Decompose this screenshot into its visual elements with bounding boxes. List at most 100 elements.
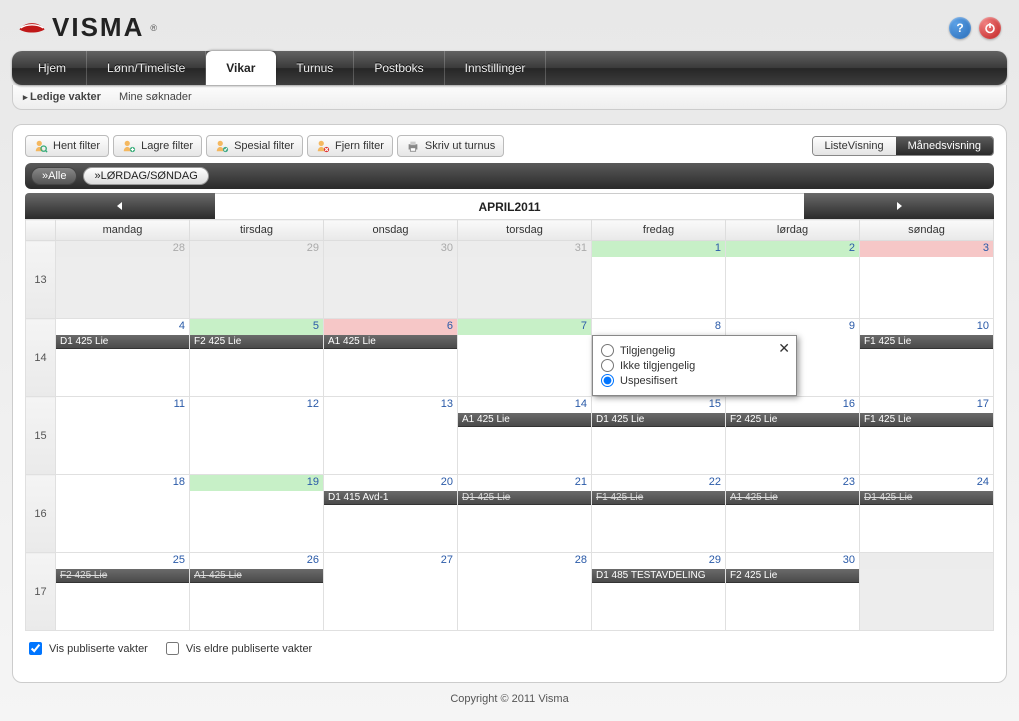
calendar-cell[interactable]: 23A1 425 Lie — [726, 475, 860, 553]
calendar-cell[interactable]: 24 D1 425 Lie — [860, 475, 994, 553]
vis-publiserte-input[interactable] — [29, 642, 42, 655]
footer-copyright: Copyright © 2011 Visma — [0, 683, 1019, 721]
shift-event[interactable]: F2 425 Lie — [56, 569, 189, 583]
shift-event[interactable]: D1 425 Lie — [592, 413, 725, 427]
nav-tab-vikar[interactable]: Vikar — [206, 51, 276, 85]
calendar-cell[interactable]: 27 — [324, 553, 458, 631]
calendar-cell[interactable]: 12 — [190, 397, 324, 475]
next-month-button[interactable] — [804, 193, 994, 219]
calendar-cell[interactable]: 8✕TilgjengeligIkke tilgjengeligUspesifis… — [592, 319, 726, 397]
registered-mark: ® — [150, 23, 157, 33]
prev-month-button[interactable] — [25, 193, 215, 219]
calendar-cell[interactable]: 5F2 425 Lie — [190, 319, 324, 397]
calendar-cell[interactable]: 19 — [190, 475, 324, 553]
lagre-filter-button[interactable]: Lagre filter — [113, 135, 202, 157]
vis-eldre-input[interactable] — [166, 642, 179, 655]
calendar-cell[interactable]: 11 — [56, 397, 190, 475]
availability-radio[interactable] — [601, 359, 614, 372]
app-header: VISMA ® ? — [12, 8, 1007, 51]
date-number: 22 — [709, 476, 721, 488]
shift-event[interactable]: D1 425 Lie — [56, 335, 189, 349]
calendar-cell[interactable]: 20D1 415 Avd-1 — [324, 475, 458, 553]
filter-pill-bar: »Alle »LØRDAG/SØNDAG — [25, 163, 994, 189]
calendar-cell[interactable]: 4D1 425 Lie — [56, 319, 190, 397]
week-number: 15 — [26, 397, 56, 475]
calendar-cell[interactable]: 30 — [324, 241, 458, 319]
date-number: 13 — [441, 398, 453, 410]
list-view-button[interactable]: ListeVisning — [813, 137, 896, 155]
calendar-cell[interactable]: 14A1 425 Lie — [458, 397, 592, 475]
calendar-cell[interactable]: 1 — [592, 241, 726, 319]
shift-event[interactable]: F1 425 Lie — [860, 413, 993, 427]
calendar-cell[interactable]: 15D1 425 Lie — [592, 397, 726, 475]
calendar-cell[interactable]: 10F1 425 Lie — [860, 319, 994, 397]
shift-event[interactable]: D1 425 Lie — [860, 491, 993, 505]
nav-tab-hjem[interactable]: Hjem — [18, 51, 87, 85]
shift-event[interactable]: A1 425 Lie — [190, 569, 323, 583]
date-number: 25 — [173, 554, 185, 566]
vis-publiserte-checkbox[interactable]: Vis publiserte vakter — [25, 639, 148, 658]
calendar-cell[interactable]: 31 — [458, 241, 592, 319]
hent-filter-button[interactable]: Hent filter — [25, 135, 109, 157]
subnav-ledige-vakter[interactable]: Ledige vakter — [23, 91, 101, 103]
shift-event[interactable]: D1 425 Lie — [458, 491, 591, 505]
date-number: 31 — [575, 242, 587, 254]
shift-event[interactable]: F2 425 Lie — [190, 335, 323, 349]
calendar-cell[interactable]: 3 — [860, 241, 994, 319]
calendar-cell[interactable]: 7 — [458, 319, 592, 397]
shift-event[interactable]: A1 425 Lie — [726, 491, 859, 505]
calendar-cell[interactable]: 16F2 425 Lie — [726, 397, 860, 475]
date-number: 24 — [977, 476, 989, 488]
availability-radio[interactable] — [601, 374, 614, 387]
calendar-cell[interactable]: 17F1 425 Lie — [860, 397, 994, 475]
logo-swoosh-icon — [18, 14, 46, 42]
close-icon[interactable]: ✕ — [778, 340, 790, 357]
calendar-cell[interactable]: 26A1 425 Lie — [190, 553, 324, 631]
nav-tab-postboks[interactable]: Postboks — [354, 51, 444, 85]
calendar-cell[interactable]: 13 — [324, 397, 458, 475]
date-number: 30 — [843, 554, 855, 566]
nav-tab-turnus[interactable]: Turnus — [276, 51, 354, 85]
calendar-cell[interactable]: 21D1 425 Lie — [458, 475, 592, 553]
date-number: 30 — [441, 242, 453, 254]
availability-option[interactable]: Tilgjengelig — [601, 344, 788, 357]
calendar-cell[interactable] — [860, 553, 994, 631]
shift-event[interactable]: A1 425 Lie — [324, 335, 457, 349]
calendar-cell[interactable]: 30 F2 425 Lie — [726, 553, 860, 631]
skriv-ut-button[interactable]: Skriv ut turnus — [397, 135, 504, 157]
subnav-mine-s-knader[interactable]: Mine søknader — [119, 91, 192, 103]
weeknum-header — [26, 220, 56, 241]
shift-event[interactable]: D1 485 TESTAVDELING — [592, 569, 725, 583]
shift-event[interactable]: F2 425 Lie — [726, 569, 859, 583]
power-icon[interactable] — [979, 17, 1001, 39]
nav-tab-innstillinger[interactable]: Innstillinger — [445, 51, 547, 85]
shift-event[interactable]: F2 425 Lie — [726, 413, 859, 427]
nav-tab-l-nn-timeliste[interactable]: Lønn/Timeliste — [87, 51, 206, 85]
availability-option[interactable]: Ikke tilgjengelig — [601, 359, 788, 372]
spesial-filter-button[interactable]: Spesial filter — [206, 135, 303, 157]
calendar-cell[interactable]: 6A1 425 Lie — [324, 319, 458, 397]
fjern-filter-button[interactable]: Fjern filter — [307, 135, 393, 157]
calendar-cell[interactable]: 28 — [458, 553, 592, 631]
special-filter-icon — [215, 139, 229, 153]
shift-event[interactable]: F1 425 Lie — [592, 491, 725, 505]
calendar-cell[interactable]: 22 F1 425 Lie — [592, 475, 726, 553]
availability-option[interactable]: Uspesifisert — [601, 374, 788, 387]
shift-event[interactable]: D1 415 Avd-1 — [324, 491, 457, 505]
vis-eldre-checkbox[interactable]: Vis eldre publiserte vakter — [162, 639, 312, 658]
filter-weekend-pill[interactable]: »LØRDAG/SØNDAG — [83, 167, 208, 185]
calendar-cell[interactable]: 28 — [56, 241, 190, 319]
calendar-cell[interactable]: 29D1 485 TESTAVDELING — [592, 553, 726, 631]
availability-radio[interactable] — [601, 344, 614, 357]
filter-toolbar: Hent filter Lagre filter Spesial filter … — [25, 135, 504, 157]
shift-event[interactable]: F1 425 Lie — [860, 335, 993, 349]
calendar-cell[interactable]: 25 F2 425 Lie — [56, 553, 190, 631]
help-icon[interactable]: ? — [949, 17, 971, 39]
date-number: 3 — [983, 242, 989, 254]
month-view-button[interactable]: Månedsvisning — [896, 137, 993, 155]
shift-event[interactable]: A1 425 Lie — [458, 413, 591, 427]
calendar-cell[interactable]: 18 — [56, 475, 190, 553]
filter-all-pill[interactable]: »Alle — [31, 167, 77, 185]
calendar-cell[interactable]: 29 — [190, 241, 324, 319]
calendar-cell[interactable]: 2 — [726, 241, 860, 319]
